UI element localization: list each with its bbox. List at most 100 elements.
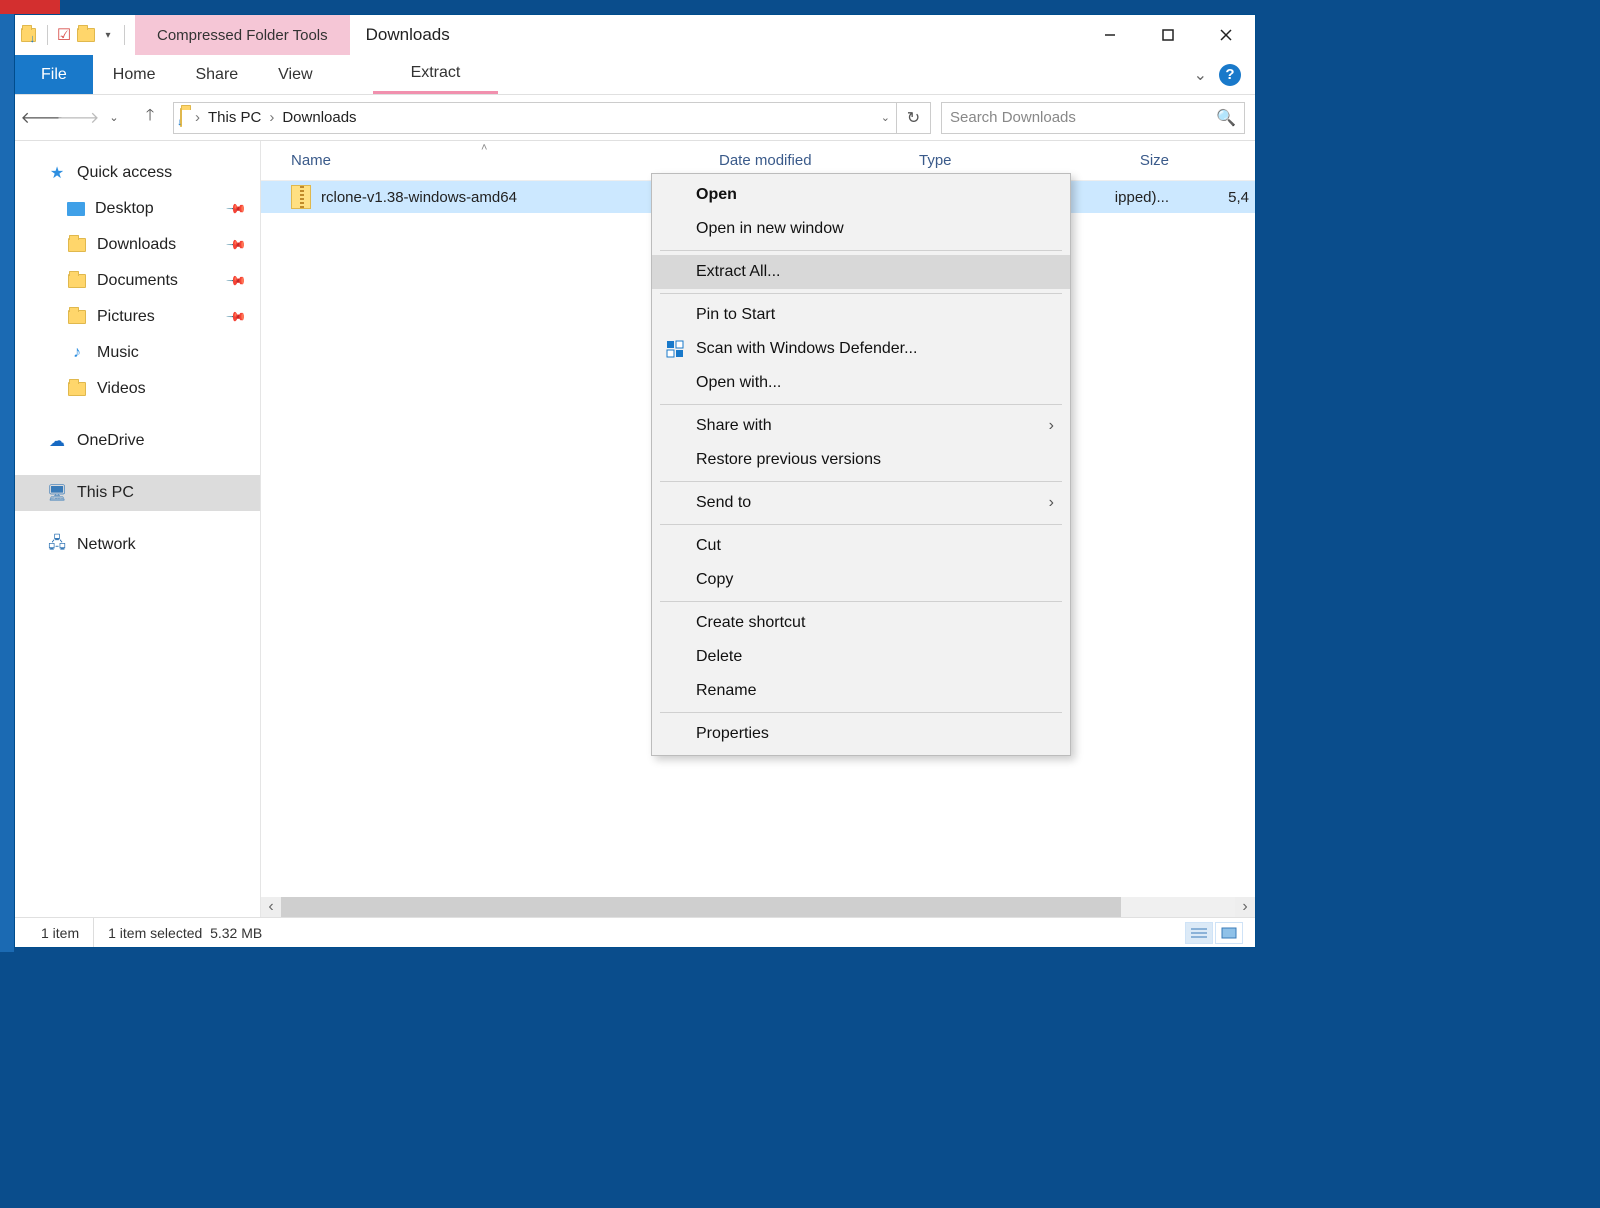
context-open-new-window[interactable]: Open in new window [652, 212, 1070, 246]
context-share-with[interactable]: Share with › [652, 409, 1070, 443]
network-icon: 🖧 [47, 535, 67, 555]
cloud-icon: ☁ [47, 431, 67, 451]
sidebar-item-label: Documents [97, 272, 178, 290]
tab-home[interactable]: Home [93, 55, 176, 94]
titlebar: ↓ ☑ ▾ Compressed Folder Tools Downloads [15, 15, 1255, 55]
separator [47, 25, 48, 45]
refresh-button[interactable]: ↻ [897, 102, 931, 134]
sidebar-network[interactable]: 🖧 Network [15, 527, 260, 563]
back-button[interactable]: 🡐 [29, 105, 55, 131]
scroll-track[interactable] [281, 897, 1235, 917]
context-restore-versions[interactable]: Restore previous versions [652, 443, 1070, 477]
sidebar-quick-access[interactable]: ★ Quick access [15, 155, 260, 191]
column-size[interactable]: Size [1089, 152, 1169, 169]
status-item-count: 1 item [27, 918, 94, 947]
context-extract-all[interactable]: Extract All... [652, 255, 1070, 289]
tab-extract[interactable]: Extract [373, 55, 499, 94]
tab-file[interactable]: File [15, 55, 93, 94]
search-box[interactable]: 🔍 [941, 102, 1245, 134]
sidebar-item-desktop[interactable]: Desktop 📌 [15, 191, 260, 227]
desktop-icon-partial [0, 0, 60, 14]
chevron-right-icon[interactable]: › [195, 109, 200, 126]
folder-icon [67, 307, 87, 327]
search-icon[interactable]: 🔍 [1216, 108, 1236, 128]
chevron-right-icon[interactable]: › [269, 109, 274, 126]
recent-locations-button[interactable]: ⌄ [101, 105, 127, 131]
status-selected: 1 item selected [108, 925, 202, 941]
search-input[interactable] [950, 109, 1216, 126]
context-send-to[interactable]: Send to › [652, 486, 1070, 520]
thumbnails-view-button[interactable] [1215, 922, 1243, 944]
sidebar-onedrive[interactable]: ☁ OneDrive [15, 423, 260, 459]
context-delete[interactable]: Delete [652, 640, 1070, 674]
context-label: Send to [696, 494, 751, 512]
desktop-background [0, 0, 14, 952]
horizontal-scrollbar[interactable]: ‹ › [261, 897, 1255, 917]
help-button[interactable]: ? [1219, 64, 1241, 86]
address-bar[interactable]: ↓ › This PC › Downloads ⌄ [173, 102, 897, 134]
address-history-icon[interactable]: ⌄ [881, 111, 890, 124]
scroll-left-icon[interactable]: ‹ [261, 897, 281, 917]
address-icon: ↓ [180, 109, 187, 126]
sidebar-item-pictures[interactable]: Pictures 📌 [15, 299, 260, 335]
close-button[interactable] [1197, 15, 1255, 55]
sidebar-this-pc[interactable]: 🖥 This PC [15, 475, 260, 511]
context-defender[interactable]: Scan with Windows Defender... [652, 332, 1070, 366]
tab-share[interactable]: Share [175, 55, 258, 94]
column-type[interactable]: Type [919, 152, 1089, 169]
navigation-pane: ★ Quick access Desktop 📌 Downloads 📌 Doc… [15, 141, 261, 917]
file-type-partial: ipped)... [1115, 189, 1175, 206]
folder-icon [67, 235, 87, 255]
sidebar-item-label: Desktop [95, 200, 154, 218]
column-date-modified[interactable]: Date modified [719, 152, 919, 169]
chevron-right-icon: › [1049, 494, 1054, 512]
context-properties[interactable]: Properties [652, 717, 1070, 751]
context-create-shortcut[interactable]: Create shortcut [652, 606, 1070, 640]
new-folder-qat-icon[interactable] [76, 25, 96, 45]
sidebar-item-videos[interactable]: Videos [15, 371, 260, 407]
separator [124, 25, 125, 45]
context-open[interactable]: Open [652, 178, 1070, 212]
context-label: Share with [696, 417, 772, 435]
maximize-button[interactable] [1139, 15, 1197, 55]
window-title: Downloads [350, 15, 466, 55]
file-explorer-window: ↓ ☑ ▾ Compressed Folder Tools Downloads … [14, 14, 1256, 948]
context-rename[interactable]: Rename [652, 674, 1070, 708]
minimize-button[interactable] [1081, 15, 1139, 55]
context-menu: Open Open in new window Extract All... P… [651, 173, 1071, 756]
context-open-with[interactable]: Open with... [652, 366, 1070, 400]
chevron-right-icon: › [1049, 417, 1054, 435]
folder-icon [67, 271, 87, 291]
column-name[interactable]: Name ˄ [291, 152, 719, 169]
collapse-ribbon-icon[interactable]: ⌄ [1194, 65, 1207, 85]
ribbon-tabs: File Home Share View Extract ⌄ ? [15, 55, 1255, 95]
scroll-right-icon[interactable]: › [1235, 897, 1255, 917]
scroll-thumb[interactable] [281, 897, 1121, 917]
pin-icon: 📌 [225, 270, 248, 293]
up-button[interactable]: 🡑 [137, 105, 163, 131]
separator [660, 293, 1062, 294]
file-list-pane: Name ˄ Date modified Type Size rclone-v1… [261, 141, 1255, 917]
sidebar-item-downloads[interactable]: Downloads 📌 [15, 227, 260, 263]
status-bar: 1 item 1 item selected 5.32 MB [15, 917, 1255, 947]
context-copy[interactable]: Copy [652, 563, 1070, 597]
properties-qat-icon[interactable]: ☑ [54, 25, 74, 45]
sidebar-item-label: Quick access [77, 164, 172, 182]
qat-customize-icon[interactable]: ▾ [98, 25, 118, 45]
sidebar-item-documents[interactable]: Documents 📌 [15, 263, 260, 299]
tab-view[interactable]: View [258, 55, 332, 94]
file-name: rclone-v1.38-windows-amd64 [321, 189, 517, 206]
context-pin-to-start[interactable]: Pin to Start [652, 298, 1070, 332]
separator [660, 601, 1062, 602]
sidebar-item-label: Downloads [97, 236, 176, 254]
details-view-button[interactable] [1185, 922, 1213, 944]
sidebar-item-music[interactable]: ♪ Music [15, 335, 260, 371]
context-cut[interactable]: Cut [652, 529, 1070, 563]
file-size-partial: 5,4 [1175, 189, 1255, 206]
separator [660, 250, 1062, 251]
breadcrumb-this-pc[interactable]: This PC [208, 109, 261, 126]
zip-file-icon [291, 185, 311, 209]
forward-button[interactable]: 🡒 [65, 105, 91, 131]
window-controls [1081, 15, 1255, 55]
breadcrumb-downloads[interactable]: Downloads [282, 109, 356, 126]
